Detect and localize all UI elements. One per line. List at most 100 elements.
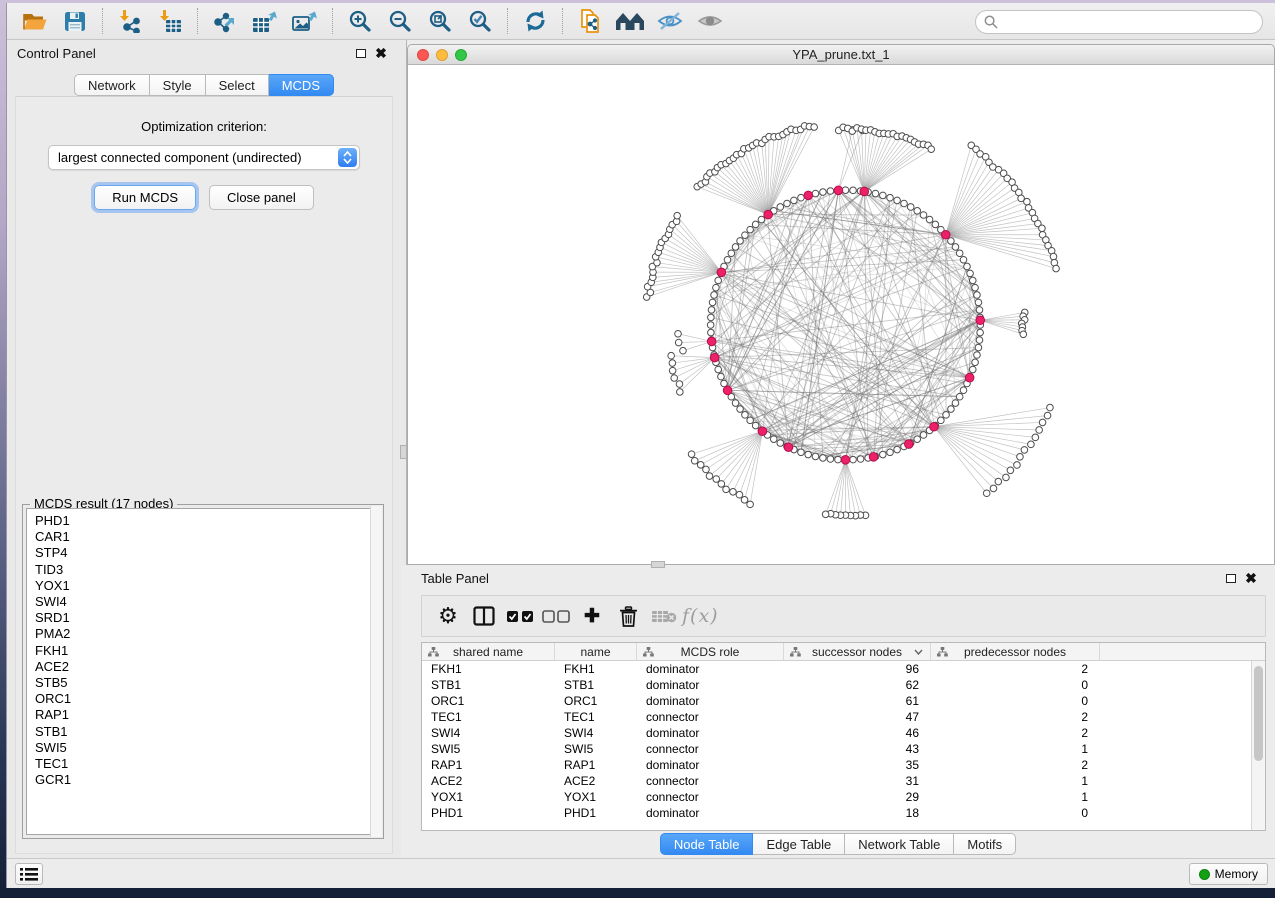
- vertical-splitter-grip[interactable]: [400, 445, 407, 459]
- show-columns-button[interactable]: [466, 598, 502, 634]
- table-row[interactable]: TEC1TEC1connector472: [422, 709, 1251, 725]
- table-cell: YOX1: [555, 790, 637, 804]
- table-row[interactable]: SWI5SWI5connector431: [422, 741, 1251, 757]
- mcds-result-box: MCDS result (17 nodes) PHD1CAR1STP4TID3Y…: [22, 504, 384, 839]
- zoom-fit-button[interactable]: [420, 5, 460, 37]
- table-scrollbar[interactable]: [1251, 661, 1265, 830]
- tab-network[interactable]: Network: [74, 74, 150, 96]
- table-row[interactable]: RAP1RAP1dominator352: [422, 757, 1251, 773]
- status-bar: Memory: [7, 858, 1275, 888]
- optimization-criterion-label: Optimization criterion:: [16, 119, 392, 134]
- mcds-node-name[interactable]: TEC1: [35, 756, 379, 772]
- table-row[interactable]: PHD1PHD1dominator180: [422, 805, 1251, 821]
- export-network-icon: [212, 10, 238, 33]
- network-canvas[interactable]: [407, 65, 1275, 565]
- close-panel-button[interactable]: ✖: [371, 44, 391, 62]
- tab-style[interactable]: Style: [150, 74, 206, 96]
- search-input[interactable]: [1003, 15, 1262, 30]
- table-cell: PHD1: [555, 806, 637, 820]
- table-settings-button[interactable]: ⚙: [430, 598, 466, 634]
- table-cell: SWI4: [555, 726, 637, 740]
- column-label: MCDS role: [681, 645, 740, 659]
- mcds-node-name[interactable]: STB5: [35, 675, 379, 691]
- mcds-node-name[interactable]: SWI5: [35, 740, 379, 756]
- export-network-button[interactable]: [205, 5, 245, 37]
- delete-column-button[interactable]: [610, 598, 646, 634]
- mcds-node-name[interactable]: ACE2: [35, 659, 379, 675]
- horizontal-splitter-grip[interactable]: [651, 561, 665, 568]
- mcds-node-name[interactable]: RAP1: [35, 707, 379, 723]
- main-toolbar: [7, 3, 1275, 40]
- hide-selected-button[interactable]: [650, 5, 690, 37]
- optimization-criterion-select[interactable]: largest connected component (undirected): [48, 145, 360, 170]
- export-table-button[interactable]: [245, 5, 285, 37]
- zoom-out-button[interactable]: [380, 5, 420, 37]
- refresh-layout-button[interactable]: [515, 5, 555, 37]
- close-panel-action-button[interactable]: Close panel: [209, 185, 314, 210]
- task-history-button[interactable]: [15, 863, 43, 885]
- show-eye-icon: [697, 10, 723, 32]
- table-row[interactable]: ORC1ORC1dominator610: [422, 693, 1251, 709]
- column-header-predecessor-nodes[interactable]: predecessor nodes: [931, 643, 1100, 660]
- table-cell: TEC1: [555, 710, 637, 724]
- tab-mcds[interactable]: MCDS: [269, 74, 334, 96]
- mcds-node-name[interactable]: CAR1: [35, 529, 379, 545]
- zoom-in-button[interactable]: [340, 5, 380, 37]
- first-neighbors-button[interactable]: [610, 5, 650, 37]
- mcds-node-name[interactable]: SWI4: [35, 594, 379, 610]
- mcds-result-list[interactable]: PHD1CAR1STP4TID3YOX1SWI4SRD1PMA2FKH1ACE2…: [26, 508, 380, 835]
- table-row[interactable]: ACE2ACE2connector311: [422, 773, 1251, 789]
- column-header-name[interactable]: name: [555, 643, 637, 660]
- mcds-node-name[interactable]: TID3: [35, 562, 379, 578]
- mcds-node-name[interactable]: ORC1: [35, 691, 379, 707]
- search-field[interactable]: [975, 10, 1263, 34]
- zoom-fit-icon: [428, 9, 452, 33]
- create-column-button[interactable]: ✚: [574, 598, 610, 634]
- table-close-button[interactable]: ✖: [1241, 569, 1261, 587]
- column-header-mcds-role[interactable]: MCDS role: [637, 643, 784, 660]
- column-header-successor-nodes[interactable]: successor nodes: [784, 643, 931, 660]
- mcds-node-name[interactable]: PMA2: [35, 626, 379, 642]
- mcds-node-name[interactable]: GCR1: [35, 772, 379, 788]
- table-cell: TEC1: [422, 710, 555, 724]
- unselect-all-columns-button[interactable]: [538, 598, 574, 634]
- memory-status-icon: [1199, 869, 1210, 880]
- table-row[interactable]: SWI4SWI4dominator462: [422, 725, 1251, 741]
- float-panel-button[interactable]: [351, 44, 371, 62]
- export-image-button[interactable]: [285, 5, 325, 37]
- clone-network-button[interactable]: [570, 5, 610, 37]
- table-row[interactable]: FKH1FKH1dominator962: [422, 661, 1251, 677]
- table-cell: dominator: [637, 662, 784, 676]
- mcds-node-name[interactable]: FKH1: [35, 643, 379, 659]
- memory-button[interactable]: Memory: [1189, 863, 1268, 885]
- zoom-selected-button[interactable]: [460, 5, 500, 37]
- delete-table-button[interactable]: [646, 598, 682, 634]
- tab-motifs[interactable]: Motifs: [954, 833, 1016, 855]
- save-button[interactable]: [55, 5, 95, 37]
- mcds-node-name[interactable]: STB1: [35, 724, 379, 740]
- mcds-list-scrollbar[interactable]: [370, 506, 382, 837]
- table-row[interactable]: YOX1YOX1connector291: [422, 789, 1251, 805]
- tab-node-table[interactable]: Node Table: [660, 833, 754, 855]
- show-all-button[interactable]: [690, 5, 730, 37]
- import-table-button[interactable]: [150, 5, 190, 37]
- select-all-columns-button[interactable]: [502, 598, 538, 634]
- column-label: shared name: [453, 645, 523, 659]
- table-row[interactable]: STB1STB1dominator620: [422, 677, 1251, 693]
- table-float-button[interactable]: [1221, 569, 1241, 587]
- tab-edge-table[interactable]: Edge Table: [753, 833, 845, 855]
- network-window-titlebar: YPA_prune.txt_1: [407, 44, 1275, 65]
- open-button[interactable]: [15, 5, 55, 37]
- run-mcds-button[interactable]: Run MCDS: [94, 185, 196, 210]
- mcds-node-name[interactable]: SRD1: [35, 610, 379, 626]
- mcds-node-name[interactable]: STP4: [35, 545, 379, 561]
- column-header-shared-name[interactable]: shared name: [422, 643, 555, 660]
- import-network-button[interactable]: [110, 5, 150, 37]
- table-scrollbar-thumb[interactable]: [1254, 666, 1263, 761]
- table-cell: SWI4: [422, 726, 555, 740]
- tab-select[interactable]: Select: [206, 74, 269, 96]
- function-builder-button[interactable]: f(x): [682, 598, 719, 634]
- mcds-node-name[interactable]: YOX1: [35, 578, 379, 594]
- mcds-node-name[interactable]: PHD1: [35, 513, 379, 529]
- tab-network-table[interactable]: Network Table: [845, 833, 954, 855]
